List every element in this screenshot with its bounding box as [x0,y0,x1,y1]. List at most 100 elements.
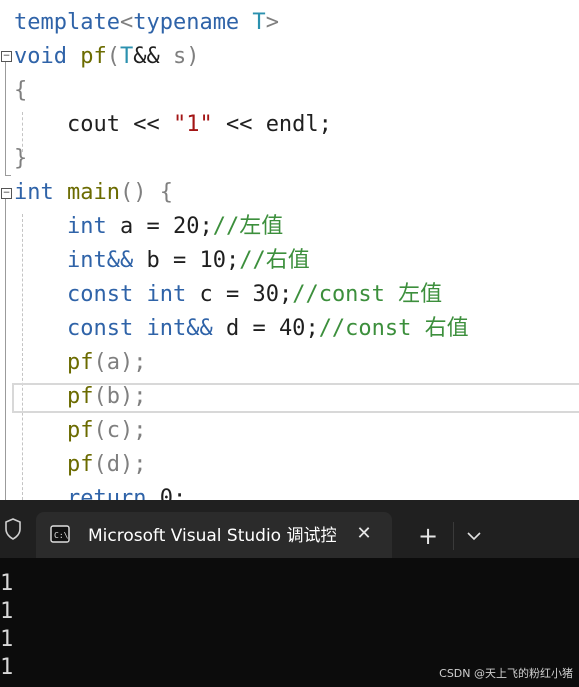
code-comment: //const 右值 [318,316,469,341]
code-token: a = [106,214,173,239]
code-token: endl [265,112,319,137]
code-token: int [66,214,107,239]
collapse-toggle-icon[interactable]: − [1,51,12,62]
code-token: (d); [93,452,147,477]
code-token: 10 [199,248,226,273]
code-token: 30 [252,282,279,307]
code-token: && [133,44,160,69]
shield-icon [5,518,21,540]
code-token: pf [66,384,94,409]
tab-divider [453,522,454,550]
code-token: pf [66,452,94,477]
code-token: () { [119,180,173,205]
fold-guide-end [5,175,11,176]
code-token: return [66,486,147,500]
fold-guide [5,62,6,176]
code-token: << [212,112,266,137]
code-line-3: { [14,74,27,108]
code-token: typename [133,10,240,35]
terminal-tab[interactable]: C:\ Microsoft Visual Studio 调试控制台 ✕ [36,512,392,558]
code-editor[interactable]: − − template<typename T> void pf(T&& s) … [0,0,579,500]
output-line: 1 [0,571,14,596]
code-token: > [265,10,279,35]
code-token: void [14,44,67,69]
code-token: s [159,44,187,69]
output-line: 1 [0,627,14,652]
code-comment: //const 左值 [292,282,443,307]
code-token: b = [133,248,200,273]
terminal-tab-title: Microsoft Visual Studio 调试控制台 [88,526,336,546]
code-token: pf [66,418,94,443]
output-line: 1 [0,599,14,624]
code-token: (c); [93,418,147,443]
editor-gutter: − − [0,0,12,500]
code-token: int&& [146,316,213,341]
code-token: 40 [278,316,306,341]
code-comment: //右值 [239,248,310,273]
code-token: pf [66,350,94,375]
code-line-14: pf(d); [14,448,146,482]
console-app-icon: C:\ [50,525,70,543]
code-line-2: void pf(T&& s) [14,40,199,74]
chevron-down-icon[interactable] [464,526,484,546]
code-token: ( [106,44,120,69]
code-token: (a); [93,350,147,375]
code-line-7: int a = 20;//左值 [14,210,283,244]
terminal-window[interactable]: C:\ Microsoft Visual Studio 调试控制台 ✕ + 1 … [0,500,579,687]
code-token: ; [199,214,213,239]
code-line-1: template<typename T> [14,6,279,40]
fold-guide [5,199,6,500]
code-token: ; [278,282,293,307]
code-line-8: int&& b = 10;//右值 [14,244,310,278]
code-token: int [14,180,54,205]
code-token: T [239,10,266,35]
code-token: c = [186,282,253,307]
code-line-11: pf(a); [14,346,146,380]
code-token: (b); [93,384,147,409]
code-line-10: const int&& d = 40;//const 右值 [14,312,469,346]
code-line-15: return 0; [14,482,186,500]
code-token: d = [212,316,279,341]
code-token: ) [186,44,200,69]
output-line: 1 [0,655,14,680]
code-token: const [66,282,134,307]
new-tab-button[interactable]: + [414,524,442,552]
code-token: ; [305,316,319,341]
code-token: 0; [146,486,187,500]
code-token: } [14,146,28,171]
code-line-5: } [14,142,27,176]
close-tab-icon[interactable]: ✕ [354,524,374,544]
code-token: { [14,78,28,103]
code-token: pf [80,44,107,69]
svg-text:C:\: C:\ [54,531,69,540]
code-token: < [119,10,134,35]
code-token: cout [66,112,120,137]
code-line-12: pf(b); [14,380,146,414]
code-token: int&& [66,248,134,273]
code-token: ; [318,112,332,137]
code-comment: //左值 [212,214,284,239]
code-line-9: const int c = 30;//const 左值 [14,278,442,312]
code-token: << [119,112,173,137]
code-token: main [67,180,120,205]
code-token: 20 [172,214,200,239]
code-line-13: pf(c); [14,414,146,448]
code-token: "1" [172,112,213,137]
code-token: int [146,282,187,307]
code-token: T [119,44,134,69]
terminal-tab-bar: C:\ Microsoft Visual Studio 调试控制台 ✕ + [0,500,579,558]
collapse-toggle-icon[interactable]: − [1,188,12,199]
